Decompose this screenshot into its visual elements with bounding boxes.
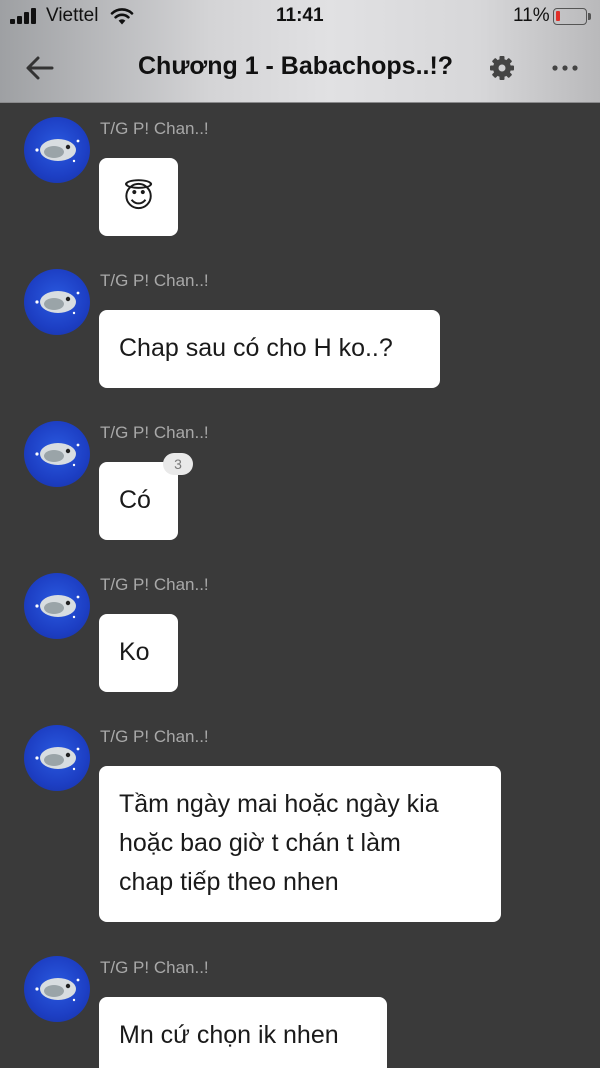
avatar-image	[35, 443, 80, 467]
sender-name: T/G P! Chan..!	[100, 958, 209, 977]
signal-icon	[10, 8, 40, 24]
sender-name: T/G P! Chan..!	[100, 423, 209, 442]
battery-percent: 11%	[513, 5, 550, 26]
message-bubble[interactable]: Mn cứ chọn ik nhen	[99, 997, 387, 1068]
message-bubble[interactable]: Có	[99, 462, 178, 540]
avatar-image	[35, 747, 80, 771]
avatar-image	[35, 595, 80, 619]
avatar-image	[35, 291, 80, 315]
wifi-icon	[110, 8, 134, 25]
status-bar: Viettel 11:41 11%	[0, 0, 600, 36]
message-line: Tầm ngày mai hoặc ngày kia	[119, 790, 439, 818]
sender-name: T/G P! Chan..!	[100, 575, 209, 594]
sender-name: T/G P! Chan..!	[100, 119, 209, 138]
sender-name: T/G P! Chan..!	[100, 727, 209, 746]
message-line: chap tiếp theo nhen	[119, 868, 339, 896]
message-list[interactable]: T/G P! Chan..! 😇 T/G P! Chan..! Chap sau…	[0, 103, 600, 1068]
top-bar: Viettel 11:41 11% Chương 1 - Babachops..…	[0, 0, 600, 103]
more-icon[interactable]	[550, 58, 580, 78]
message-bubble[interactable]: Ko	[99, 614, 178, 692]
battery-level	[556, 11, 560, 21]
avatar-image	[35, 978, 80, 1002]
page-title: Chương 1 - Babachops..!?	[138, 52, 454, 80]
message-bubble[interactable]: Tầm ngày mai hoặc ngày kia hoặc bao giờ …	[99, 766, 501, 922]
gear-icon[interactable]	[488, 54, 516, 82]
carrier-name: Viettel	[46, 5, 99, 26]
status-time: 11:41	[276, 5, 324, 26]
avatar[interactable]	[24, 573, 90, 639]
avatar[interactable]	[24, 117, 90, 183]
avatar-image	[35, 139, 80, 163]
message-bubble[interactable]: 😇	[99, 158, 178, 236]
message-line: hoặc bao giờ t chán t làm	[119, 829, 401, 857]
battery-icon	[553, 8, 591, 25]
message-bubble[interactable]: Chap sau có cho H ko..?	[99, 310, 440, 388]
avatar[interactable]	[24, 421, 90, 487]
back-arrow-icon[interactable]	[22, 50, 58, 86]
avatar[interactable]	[24, 956, 90, 1022]
reaction-count-badge[interactable]: 3	[163, 453, 193, 475]
avatar[interactable]	[24, 269, 90, 335]
sender-name: T/G P! Chan..!	[100, 271, 209, 290]
avatar[interactable]	[24, 725, 90, 791]
